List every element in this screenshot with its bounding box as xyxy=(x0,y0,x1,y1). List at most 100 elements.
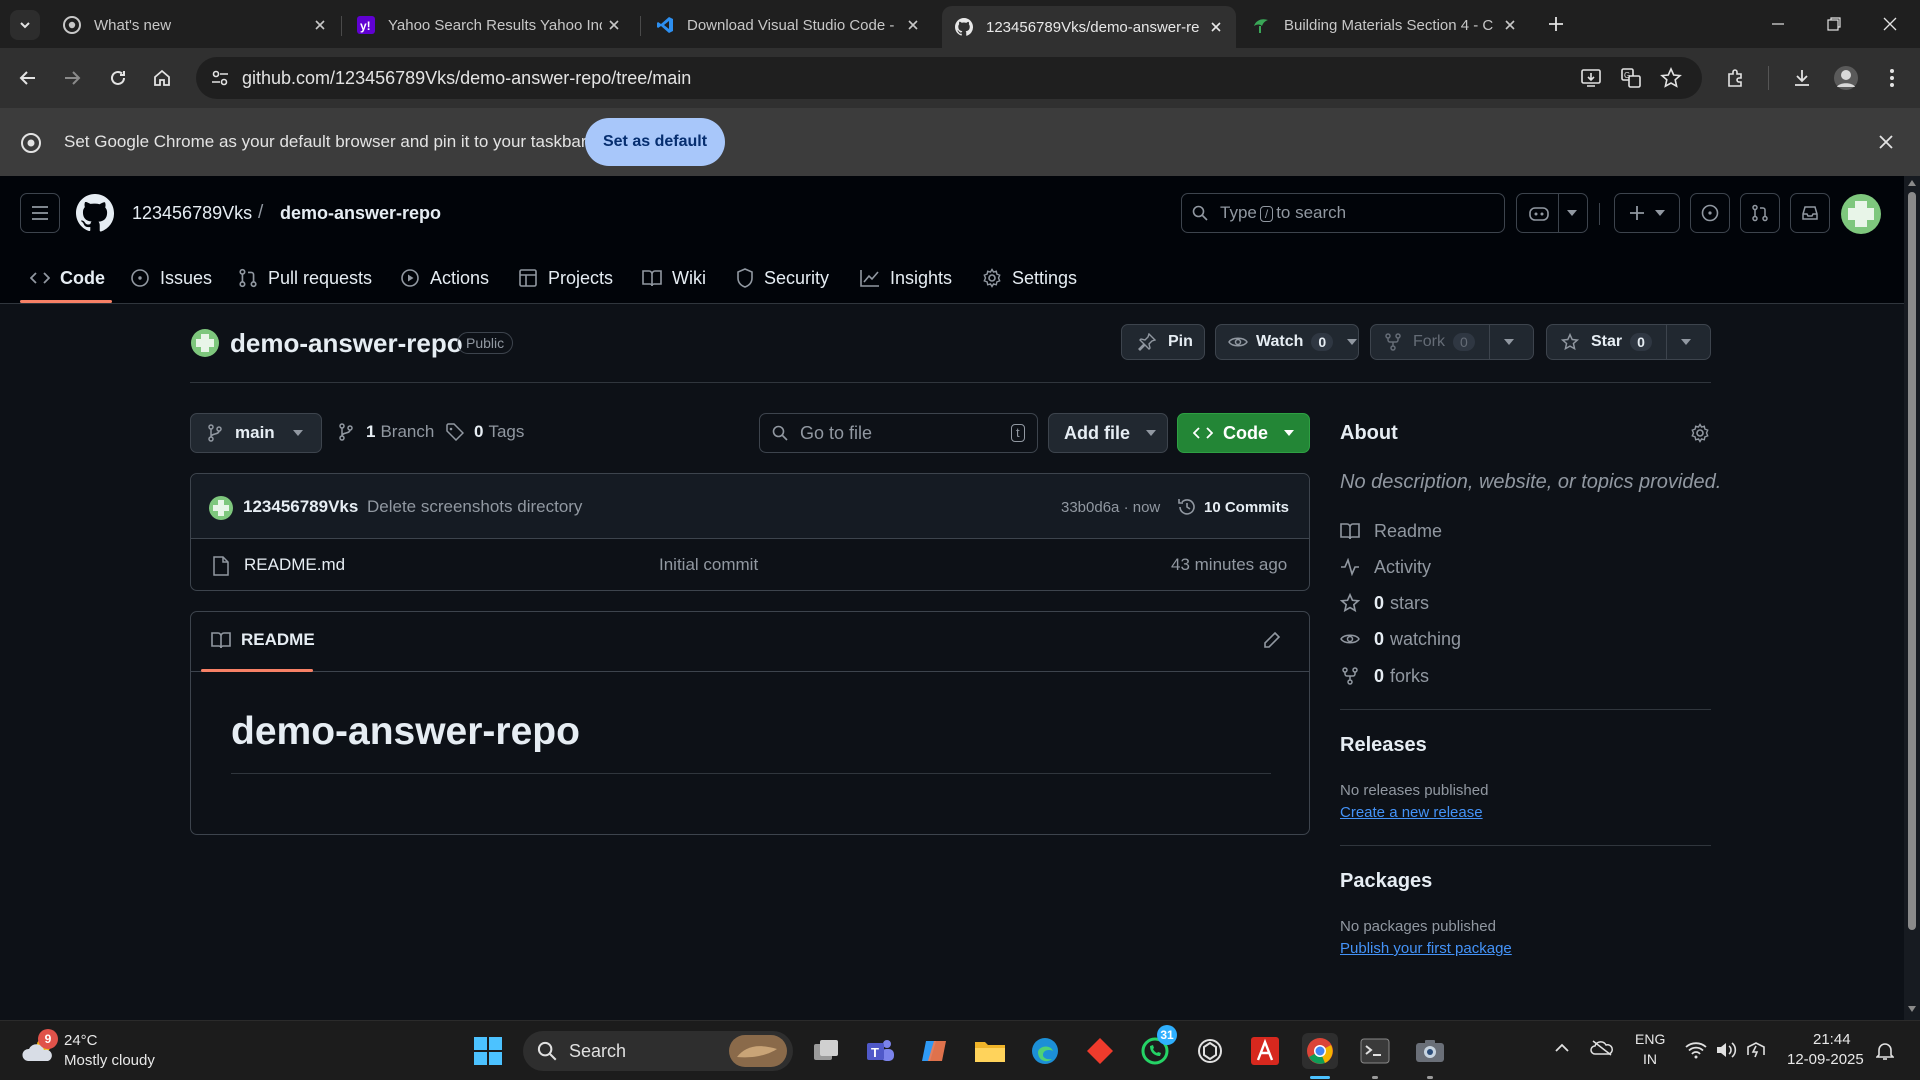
reload-button[interactable] xyxy=(102,62,134,94)
repo-title[interactable]: demo-answer-repo xyxy=(230,328,463,359)
stars-link[interactable]: 0 stars xyxy=(1340,590,1429,616)
scrollbar-thumb[interactable] xyxy=(1908,192,1916,930)
install-app-icon[interactable] xyxy=(1580,67,1602,89)
branches-link[interactable]: 1 Branch xyxy=(338,422,434,442)
translate-icon[interactable]: G xyxy=(1620,67,1642,89)
tab-code[interactable]: Code xyxy=(30,264,105,292)
go-to-file-input[interactable]: Go to file t xyxy=(759,413,1038,453)
edge-icon[interactable] xyxy=(1027,1033,1063,1069)
scroll-down-icon[interactable] xyxy=(1908,1006,1916,1012)
chatgpt-icon[interactable] xyxy=(1192,1033,1228,1069)
add-file-button[interactable]: Add file xyxy=(1048,413,1168,453)
set-as-default-button[interactable]: Set as default xyxy=(585,118,725,166)
hamburger-menu-button[interactable] xyxy=(20,193,60,233)
tab-wiki[interactable]: Wiki xyxy=(642,264,706,292)
close-icon[interactable] xyxy=(602,13,626,37)
weather-widget[interactable]: 9 24°C Mostly cloudy xyxy=(20,1029,200,1071)
extensions-button[interactable] xyxy=(1720,62,1752,94)
window-close-button[interactable] xyxy=(1862,0,1918,48)
scroll-up-icon[interactable] xyxy=(1908,180,1916,186)
tab-actions[interactable]: Actions xyxy=(400,264,489,292)
commit-message[interactable]: Delete screenshots directory xyxy=(367,497,582,517)
browser-tab-yahoo[interactable]: y! Yahoo Search Results Yahoo Ind xyxy=(344,6,634,44)
minimize-button[interactable] xyxy=(1750,0,1806,48)
browser-tab-whats-new[interactable]: What's new xyxy=(50,6,340,44)
tags-link[interactable]: 0 Tags xyxy=(446,422,524,442)
close-icon[interactable] xyxy=(1498,13,1522,37)
profile-button[interactable] xyxy=(1830,62,1862,94)
close-icon[interactable] xyxy=(901,13,925,37)
task-view-icon[interactable] xyxy=(808,1033,844,1069)
browser-tab-building-materials[interactable]: Building Materials Section 4 - C xyxy=(1240,6,1530,44)
forward-button[interactable] xyxy=(56,62,88,94)
tab-issues[interactable]: Issues xyxy=(130,264,212,292)
site-info-icon[interactable] xyxy=(210,68,230,88)
commit-author[interactable]: 123456789Vks xyxy=(243,497,358,517)
volume-icon[interactable] xyxy=(1715,1041,1737,1059)
pencil-icon[interactable] xyxy=(1263,631,1281,649)
clock-time[interactable]: 21:44 xyxy=(1813,1031,1851,1048)
readme-tab[interactable]: README xyxy=(211,630,315,650)
inbox-button[interactable] xyxy=(1790,193,1830,233)
chrome-taskbar-icon[interactable] xyxy=(1302,1033,1338,1069)
taskbar-search[interactable]: Search xyxy=(523,1031,793,1071)
restore-button[interactable] xyxy=(1806,0,1862,48)
tab-security[interactable]: Security xyxy=(736,264,829,292)
home-button[interactable] xyxy=(146,62,178,94)
close-icon[interactable] xyxy=(1204,15,1228,39)
breadcrumb-repo[interactable]: demo-answer-repo xyxy=(280,203,441,224)
create-release-link[interactable]: Create a new release xyxy=(1340,804,1483,821)
create-new-button[interactable] xyxy=(1614,193,1680,233)
breadcrumb-owner[interactable]: 123456789Vks xyxy=(132,203,252,224)
start-button[interactable] xyxy=(470,1033,506,1069)
issues-button[interactable] xyxy=(1690,193,1730,233)
github-search-input[interactable]: Type / to search xyxy=(1181,193,1505,233)
close-icon[interactable] xyxy=(308,13,332,37)
gear-icon[interactable] xyxy=(1690,423,1710,443)
acrobat-icon[interactable] xyxy=(1247,1033,1283,1069)
copilot-app-icon[interactable] xyxy=(917,1033,953,1069)
whatsapp-icon[interactable]: 31 xyxy=(1137,1025,1177,1069)
forks-link[interactable]: 0 forks xyxy=(1340,663,1429,689)
copilot-button[interactable] xyxy=(1516,193,1588,233)
tab-projects[interactable]: Projects xyxy=(518,264,613,292)
fork-button[interactable]: Fork 0 xyxy=(1370,324,1534,360)
language-indicator[interactable]: ENG xyxy=(1635,1031,1665,1047)
publish-package-link[interactable]: Publish your first package xyxy=(1340,940,1512,957)
page-scrollbar[interactable] xyxy=(1904,176,1920,1020)
battery-charging-icon[interactable] xyxy=(1746,1041,1766,1059)
language-region[interactable]: IN xyxy=(1643,1051,1657,1067)
address-bar[interactable]: github.com/123456789Vks/demo-answer-repo… xyxy=(196,57,1702,99)
downloads-button[interactable] xyxy=(1786,62,1818,94)
browser-tab-github[interactable]: 123456789Vks/demo-answer-re xyxy=(942,6,1236,48)
anydesk-icon[interactable] xyxy=(1082,1033,1118,1069)
camera-icon[interactable] xyxy=(1412,1033,1448,1069)
table-row[interactable]: README.md Initial commit 43 minutes ago xyxy=(191,539,1309,590)
back-button[interactable] xyxy=(12,62,44,94)
watching-link[interactable]: 0 watching xyxy=(1340,626,1461,652)
avatar[interactable] xyxy=(1840,193,1882,235)
packages-heading[interactable]: Packages xyxy=(1340,870,1432,893)
commits-link[interactable]: 10 Commits xyxy=(1204,499,1289,516)
new-tab-button[interactable] xyxy=(1542,10,1570,38)
close-icon[interactable] xyxy=(1878,134,1894,150)
activity-link[interactable]: Activity xyxy=(1340,554,1431,580)
file-name[interactable]: README.md xyxy=(244,555,345,575)
file-explorer-icon[interactable] xyxy=(972,1033,1008,1069)
commit-sha-time[interactable]: 33b0d6a · now xyxy=(1061,499,1160,516)
branch-selector[interactable]: main xyxy=(190,413,322,453)
teams-icon[interactable]: T xyxy=(862,1033,898,1069)
pull-requests-button[interactable] xyxy=(1740,193,1780,233)
tab-settings[interactable]: Settings xyxy=(982,264,1077,292)
terminal-icon[interactable] xyxy=(1357,1033,1393,1069)
notification-bell-icon[interactable] xyxy=(1876,1041,1894,1061)
watch-button[interactable]: Watch 0 xyxy=(1215,324,1359,360)
file-commit-message[interactable]: Initial commit xyxy=(659,555,758,575)
onedrive-offline-icon[interactable] xyxy=(1590,1039,1614,1057)
tab-search-button[interactable] xyxy=(10,10,40,40)
chevron-up-icon[interactable] xyxy=(1554,1043,1570,1053)
browser-tab-vscode[interactable]: Download Visual Studio Code - xyxy=(643,6,933,44)
tab-insights[interactable]: Insights xyxy=(860,264,952,292)
wifi-icon[interactable] xyxy=(1685,1041,1707,1059)
code-button[interactable]: Code xyxy=(1177,413,1310,453)
